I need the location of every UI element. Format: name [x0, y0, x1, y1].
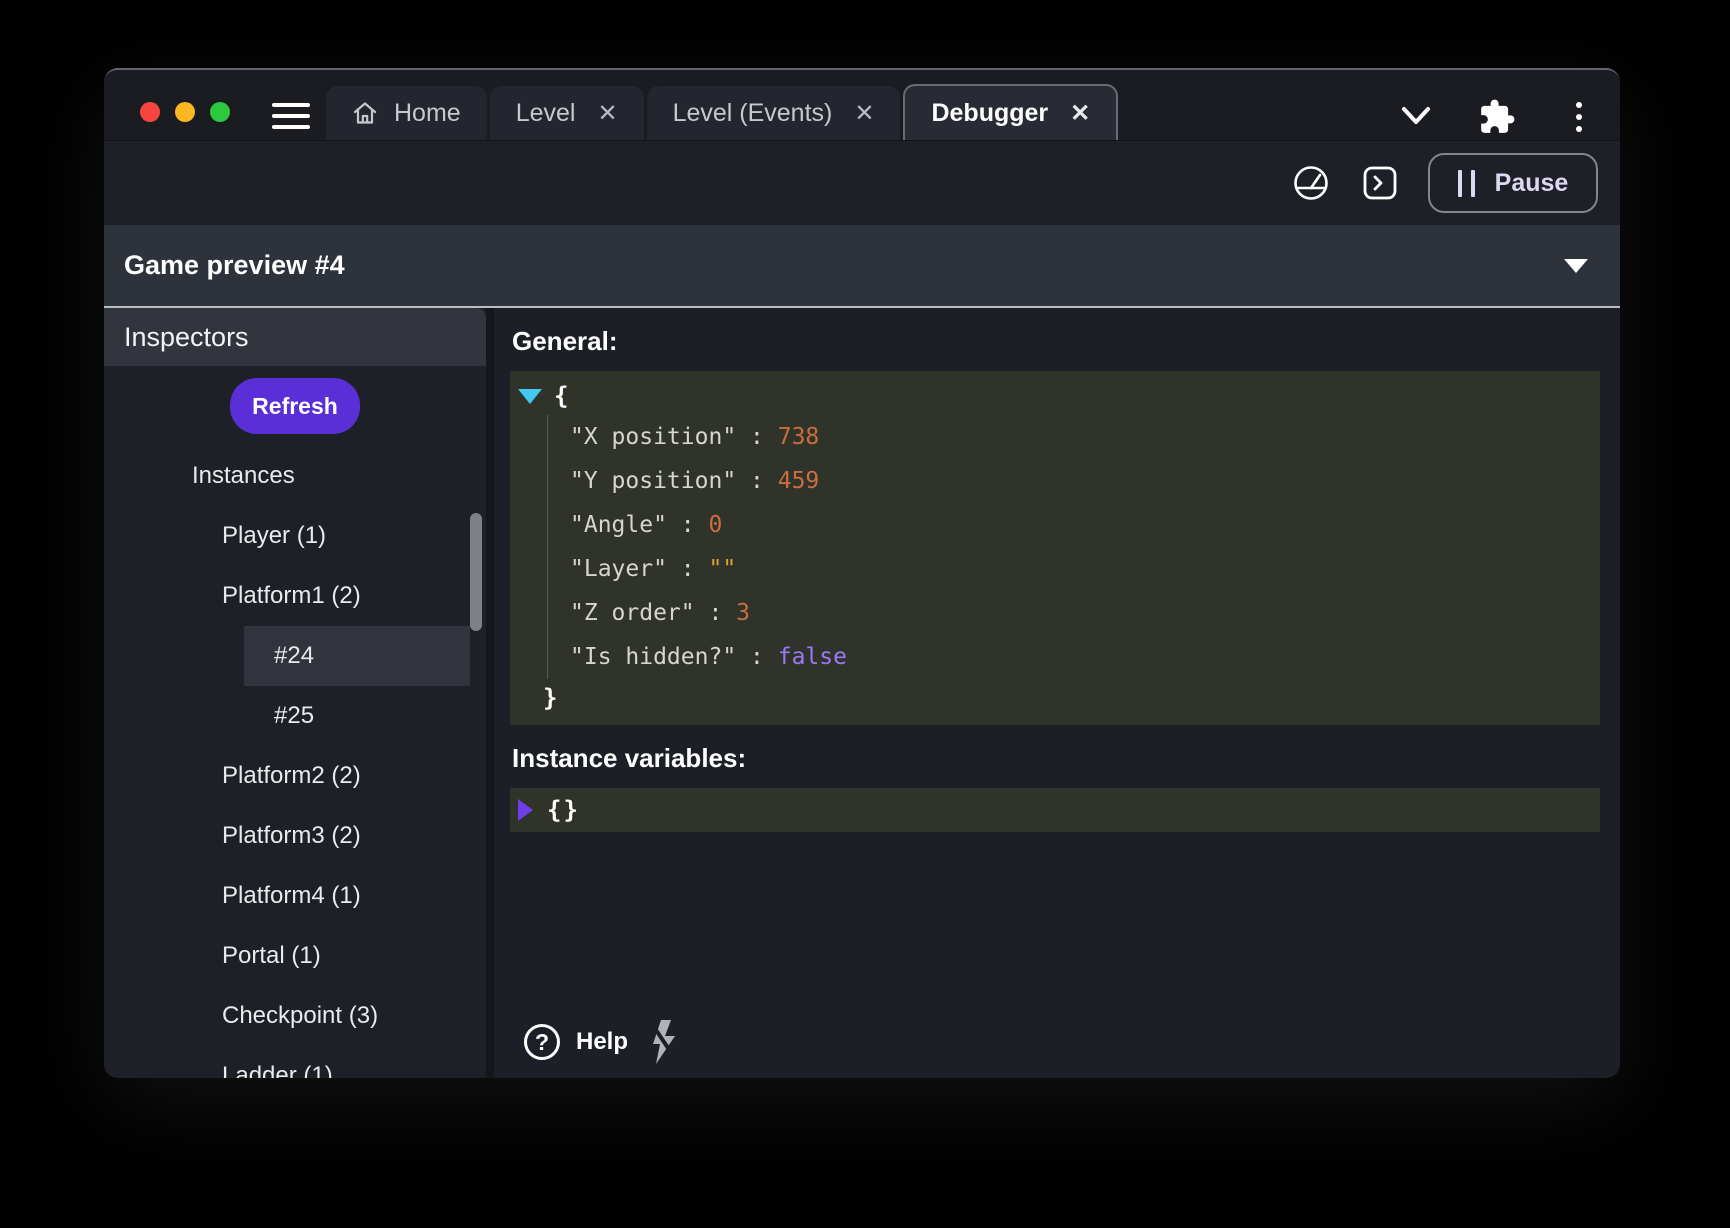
tab-debugger[interactable]: Debugger ✕: [903, 84, 1118, 140]
tab-level[interactable]: Level ✕: [490, 86, 644, 140]
instance-variables-label: Instance variables:: [512, 743, 1620, 774]
sidebar-scrollbar[interactable]: [470, 513, 482, 631]
general-section-label: General:: [512, 326, 1620, 357]
tab-bar: Home Level ✕ Level (Events) ✕ Debugger ✕: [104, 70, 1620, 140]
help-label: Help: [576, 1028, 628, 1056]
debugger-body: Inspectors Refresh Instances Player (1) …: [104, 308, 1620, 1078]
help-icon: [524, 1024, 560, 1060]
chevron-down-icon[interactable]: [1400, 106, 1432, 126]
instances-tree: Instances Player (1) Platform1 (2) #24 #…: [104, 446, 486, 1078]
property-value: 459: [778, 468, 820, 494]
tab-home[interactable]: Home: [326, 86, 487, 140]
tree-item-platform1[interactable]: Platform1 (2): [104, 566, 486, 626]
property-value: "": [708, 556, 736, 582]
help-button[interactable]: Help: [524, 1024, 628, 1060]
help-row: Help: [524, 1018, 682, 1066]
game-preview-selector[interactable]: Game preview #4: [104, 225, 1620, 308]
tree-item-platform4[interactable]: Platform4 (1): [104, 866, 486, 926]
zoom-window-button[interactable]: [210, 102, 230, 122]
tab-strip: Home Level ✕ Level (Events) ✕ Debugger ✕: [326, 84, 1118, 140]
debugger-toolbar: Pause: [104, 140, 1620, 225]
tab-label: Level (Events): [673, 99, 833, 128]
expand-triangle-icon[interactable]: [518, 799, 533, 821]
refresh-button[interactable]: Refresh: [230, 378, 360, 434]
refresh-wrap: Refresh: [104, 366, 486, 446]
indent-guide: [547, 415, 548, 679]
json-property: "Layer" : "": [510, 547, 1600, 591]
console-icon[interactable]: [1362, 165, 1398, 201]
tree-item-platform3[interactable]: Platform3 (2): [104, 806, 486, 866]
tab-label: Debugger: [931, 99, 1048, 128]
json-property: "Y position" : 459: [510, 459, 1600, 503]
open-brace: {: [554, 382, 568, 410]
property-value: 0: [708, 512, 722, 538]
hamburger-menu-icon[interactable]: [272, 103, 310, 129]
tab-level-events[interactable]: Level (Events) ✕: [647, 86, 901, 140]
close-icon[interactable]: ✕: [1064, 99, 1090, 128]
close-icon[interactable]: ✕: [848, 99, 874, 128]
property-value: 738: [778, 424, 820, 450]
tree-item-instance-24[interactable]: #24: [244, 626, 470, 686]
panel-divider: [486, 308, 494, 1078]
inspectors-header: Inspectors: [104, 308, 486, 366]
instance-variables-viewer: {}: [510, 788, 1600, 832]
close-brace: }: [543, 684, 557, 712]
inspectors-sidebar: Inspectors Refresh Instances Player (1) …: [104, 308, 486, 1078]
json-property: "X position" : 738: [510, 415, 1600, 459]
instance-variables-value: {}: [547, 796, 580, 824]
tree-item-portal[interactable]: Portal (1): [104, 926, 486, 986]
extensions-puzzle-icon[interactable]: [1478, 98, 1516, 136]
pause-label: Pause: [1495, 169, 1569, 198]
flash-off-icon[interactable]: [646, 1018, 682, 1066]
tree-item-player[interactable]: Player (1): [104, 506, 486, 566]
tree-item-instances[interactable]: Instances: [104, 446, 486, 506]
profiler-gauge-icon[interactable]: [1290, 162, 1332, 204]
tree-item-ladder[interactable]: Ladder (1): [104, 1046, 486, 1078]
traffic-lights: [140, 102, 230, 122]
pause-icon: [1458, 170, 1475, 197]
more-options-icon[interactable]: [1570, 100, 1588, 134]
inspector-detail-panel: General: { "X position" : 738 "Y positio…: [494, 308, 1620, 1078]
json-property: "Z order" : 3: [510, 591, 1600, 635]
property-value: 3: [736, 600, 750, 626]
tree-item-instance-25[interactable]: #25: [104, 686, 486, 746]
tree-item-platform2[interactable]: Platform2 (2): [104, 746, 486, 806]
general-json-viewer: { "X position" : 738 "Y position" : 459 …: [510, 371, 1600, 725]
tree-item-checkpoint[interactable]: Checkpoint (3): [104, 986, 486, 1046]
json-property: "Angle" : 0: [510, 503, 1600, 547]
close-window-button[interactable]: [140, 102, 160, 122]
pause-button[interactable]: Pause: [1428, 153, 1598, 213]
dropdown-arrow-icon: [1564, 259, 1588, 273]
close-icon[interactable]: ✕: [591, 99, 617, 128]
json-property: "Is hidden?" : false: [510, 635, 1600, 679]
tab-label: Home: [394, 99, 461, 128]
collapse-triangle-icon[interactable]: [518, 389, 542, 404]
app-window: Home Level ✕ Level (Events) ✕ Debugger ✕: [104, 68, 1620, 1078]
game-preview-title: Game preview #4: [124, 250, 345, 281]
minimize-window-button[interactable]: [175, 102, 195, 122]
tab-label: Level: [516, 99, 576, 128]
home-icon: [352, 100, 378, 126]
property-value: false: [778, 644, 847, 670]
